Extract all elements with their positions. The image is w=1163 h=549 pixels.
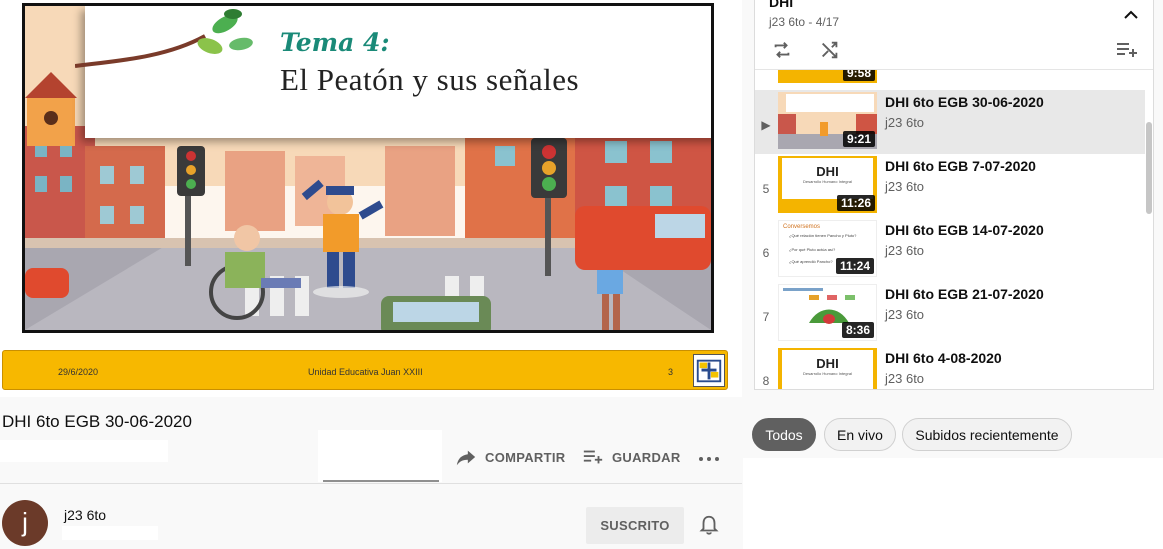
playlist-index: 8 xyxy=(762,374,770,388)
playlist-video-title: DHI 6to EGB 30-06-2020 xyxy=(885,94,1044,110)
school-crest-icon xyxy=(693,354,725,387)
share-label: COMPARTIR xyxy=(485,449,566,465)
subscriber-count-placeholder xyxy=(62,526,158,540)
view-count-placeholder xyxy=(0,440,168,462)
meta-divider xyxy=(0,483,742,484)
share-button[interactable]: COMPARTIR xyxy=(455,446,565,468)
chip-all[interactable]: Todos xyxy=(752,418,816,451)
duration-badge: 8:36 xyxy=(841,322,874,338)
video-frame-slide: Tema 4: El Peatón y sus señales xyxy=(22,3,714,333)
playlist-index: 6 xyxy=(762,246,770,260)
now-playing-icon: ▶ xyxy=(761,118,771,132)
like-dislike-placeholder[interactable] xyxy=(318,430,442,482)
playlist-add-icon xyxy=(583,450,603,464)
playlist-video-channel: j23 6to xyxy=(885,179,925,194)
playlist-index: 5 xyxy=(762,182,770,196)
duration-badge: 11:26 xyxy=(836,195,875,211)
playlist-title[interactable]: DHI xyxy=(769,0,793,10)
thumbnail-line: ¿Por qué Pluto actúa así? xyxy=(789,247,836,252)
playlist-panel: DHI j23 6to - 4/17 9:58 ▶ 9:21 DHI 6to E… xyxy=(754,0,1154,390)
playlist-video-title: DHI 6to EGB 14-07-2020 xyxy=(885,222,1044,238)
slide-subtitle: Tema 4: xyxy=(280,28,390,57)
more-actions-icon[interactable] xyxy=(697,449,721,469)
slide-footer-school: Unidad Educativa Juan XXIII xyxy=(308,367,423,377)
slide-footer-bar: 29/6/2020 Unidad Educativa Juan XXIII 3 xyxy=(2,350,728,390)
playlist-video-channel: j23 6to xyxy=(885,115,925,130)
save-playlist-icon[interactable] xyxy=(1115,39,1139,61)
thumbnail-line: ¿Qué aprendió Pancho? xyxy=(789,259,833,264)
playlist-header: DHI j23 6to - 4/17 xyxy=(755,0,1153,70)
playlist-video-title: DHI 6to EGB 21-07-2020 xyxy=(885,286,1044,302)
thumbnail-text: DHI xyxy=(816,164,839,179)
playlist-thumbnail: 8:36 xyxy=(778,284,877,341)
related-videos-area xyxy=(743,458,1163,549)
channel-name[interactable]: j23 6to xyxy=(64,507,106,523)
slide-title: El Peatón y sus señales xyxy=(280,62,580,97)
playlist-video-channel: j23 6to xyxy=(885,371,925,386)
slide-footer-page: 3 xyxy=(668,367,674,377)
playlist-video-channel: j23 6to xyxy=(885,307,925,322)
slide-footer-date: 29/6/2020 xyxy=(58,367,99,377)
sentiment-bar xyxy=(323,480,439,482)
save-button[interactable]: GUARDAR xyxy=(582,446,681,468)
playlist-item[interactable]: 5 DHI Desarrollo Humano Integral 11:26 D… xyxy=(755,154,1145,218)
playlist-item-current[interactable]: ▶ 9:21 DHI 6to EGB 30-06-2020 j23 6to xyxy=(755,90,1145,154)
playlist-item[interactable]: 6 Conversemos ¿Qué relación tienen Panch… xyxy=(755,218,1145,282)
playlist-video-title: DHI 6to EGB 7-07-2020 xyxy=(885,158,1036,174)
channel-avatar[interactable]: j xyxy=(2,500,48,546)
video-title: DHI 6to EGB 30-06-2020 xyxy=(2,412,192,431)
chip-live[interactable]: En vivo xyxy=(824,418,896,451)
thumbnail-text: DHI xyxy=(816,356,839,371)
playlist-thumbnail: Conversemos ¿Qué relación tienen Pancho … xyxy=(778,220,877,277)
notification-bell-icon[interactable] xyxy=(698,514,720,536)
playlist-thumbnail: DHI Desarrollo Humano Integral xyxy=(778,348,877,389)
playlist-item[interactable]: 8 DHI Desarrollo Humano Integral DHI 6to… xyxy=(755,346,1145,389)
leaf-logo xyxy=(75,9,253,68)
playlist-video-channel: j23 6to xyxy=(885,243,925,258)
thumbnail-subtext: Desarrollo Humano Integral xyxy=(803,179,852,184)
thumbnail-heading: Conversemos xyxy=(783,224,821,230)
duration-badge: 11:24 xyxy=(835,258,874,274)
subscribed-button[interactable]: SUSCRITO xyxy=(586,507,684,544)
chip-recently-uploaded[interactable]: Subidos recientemente xyxy=(902,418,1072,451)
playlist-meta: j23 6to - 4/17 xyxy=(769,15,840,29)
chevron-up-icon[interactable] xyxy=(1121,6,1141,22)
youtube-watch-page: Tema 4: El Peatón y sus señales 29/6/202… xyxy=(0,0,1163,549)
duration-badge: 9:21 xyxy=(842,131,875,147)
playlist-scrollbar[interactable] xyxy=(1146,122,1152,214)
playlist-thumbnail: 9:21 xyxy=(778,92,877,149)
related-filter-chips: Todos En vivo Subidos recientemente xyxy=(743,410,1163,460)
playlist-item[interactable]: 7 8:36 DHI 6to EGB 21-07-2020 j23 6to xyxy=(755,282,1145,346)
slide-title-card: Tema 4: El Peatón y sus señales xyxy=(75,6,711,138)
playlist-thumbnail: DHI Desarrollo Humano Integral 11:26 xyxy=(778,156,877,213)
loop-icon[interactable] xyxy=(771,39,793,61)
thumbnail-line: ¿Qué relación tienen Pancho y Pluto? xyxy=(789,233,857,238)
playlist-video-title: DHI 6to 4-08-2020 xyxy=(885,350,1002,366)
save-label: GUARDAR xyxy=(612,449,681,465)
video-player[interactable]: Tema 4: El Peatón y sus señales 29/6/202… xyxy=(0,0,742,397)
thumbnail-subtext: Desarrollo Humano Integral xyxy=(803,371,852,376)
share-arrow-icon xyxy=(456,450,476,466)
playlist-index: 7 xyxy=(762,310,770,324)
shuffle-icon[interactable] xyxy=(819,39,841,61)
